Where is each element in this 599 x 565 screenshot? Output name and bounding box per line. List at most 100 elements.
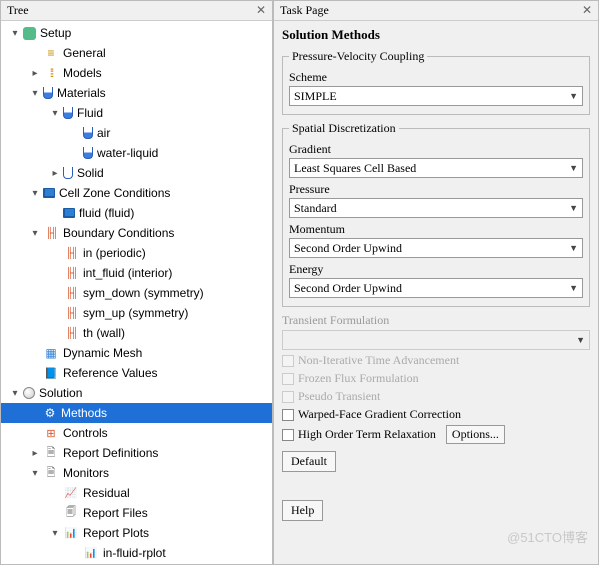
expand-right-icon[interactable]: ▸ xyxy=(29,448,41,459)
ic-resid-icon xyxy=(63,485,79,501)
tree-item-label: Report Definitions xyxy=(63,446,158,460)
tree-item-label: Solution xyxy=(39,386,82,400)
tree-item-materials[interactable]: ▾Materials xyxy=(1,83,272,103)
tree-item-label: Boundary Conditions xyxy=(63,226,174,240)
spatial-disc-group: Spatial Discretization GradientLeast Squ… xyxy=(282,121,590,307)
tree-item-boundary-conditions[interactable]: ▾ Boundary Conditions xyxy=(1,223,272,243)
ic-book-icon xyxy=(43,365,59,381)
close-icon[interactable]: ✕ xyxy=(582,3,592,18)
tree-item-th-wall-[interactable]: th (wall) xyxy=(1,323,272,343)
tree-item-label: sym_up (symmetry) xyxy=(83,306,188,320)
energy-select[interactable]: Second Order Upwind▼ xyxy=(289,278,583,298)
transient-select: ▼ xyxy=(282,330,590,350)
gradient-value: Least Squares Cell Based xyxy=(294,161,416,176)
tree-item-label: Setup xyxy=(40,26,71,40)
tree-item-label: Solid xyxy=(77,166,104,180)
tree-item-sym-up-symmetry-[interactable]: sym_up (symmetry) xyxy=(1,303,272,323)
expand-down-icon[interactable]: ▾ xyxy=(49,528,61,539)
tree-item-int-fluid-interior-[interactable]: int_fluid (interior) xyxy=(1,263,272,283)
tree-item-report-definitions[interactable]: ▸ Report Definitions xyxy=(1,443,272,463)
tree-item-label: Monitors xyxy=(63,466,109,480)
high-order-checkbox[interactable]: High Order Term Relaxation Options... xyxy=(282,425,590,444)
expand-down-icon[interactable]: ▾ xyxy=(9,388,21,399)
tree-item-sym-down-symmetry-[interactable]: sym_down (symmetry) xyxy=(1,283,272,303)
tree-item-label: fluid (fluid) xyxy=(79,206,134,220)
warped-label: Warped-Face Gradient Correction xyxy=(298,407,461,422)
tree-item-residual[interactable]: Residual xyxy=(1,483,272,503)
frozen-flux-checkbox: Frozen Flux Formulation xyxy=(282,371,590,386)
expand-right-icon[interactable]: ▸ xyxy=(29,68,41,79)
expand-down-icon[interactable]: ▾ xyxy=(29,228,41,239)
expand-down-icon[interactable]: ▾ xyxy=(29,468,41,479)
tree-item-in-periodic-[interactable]: in (periodic) xyxy=(1,243,272,263)
tree-item-convergence-conditions[interactable]: Convergence Conditions xyxy=(1,563,272,564)
tree-item-label: in (periodic) xyxy=(83,246,146,260)
help-button[interactable]: Help xyxy=(282,500,323,521)
pressure-label: Pressure xyxy=(289,182,583,197)
pseudo-label: Pseudo Transient xyxy=(298,389,380,404)
expand-down-icon[interactable]: ▾ xyxy=(29,188,41,199)
ic-models-icon xyxy=(43,65,59,81)
expand-down-icon[interactable]: ▾ xyxy=(9,28,21,39)
tree-item-report-files[interactable]: Report Files xyxy=(1,503,272,523)
tree-item-setup[interactable]: ▾ Setup xyxy=(1,23,272,43)
scheme-value: SIMPLE xyxy=(294,89,337,104)
tree-item-label: in-fluid-rplot xyxy=(103,546,166,560)
tree-item-solution[interactable]: ▾ Solution xyxy=(1,383,272,403)
checkbox-icon xyxy=(282,373,294,385)
default-button[interactable]: Default xyxy=(282,451,336,472)
tree-item-label: Reference Values xyxy=(63,366,158,380)
tree-item-reference-values[interactable]: Reference Values xyxy=(1,363,272,383)
warped-face-checkbox[interactable]: Warped-Face Gradient Correction xyxy=(282,407,590,422)
energy-label: Energy xyxy=(289,262,583,277)
tree-item-cell-zone-conditions[interactable]: ▾ Cell Zone Conditions xyxy=(1,183,272,203)
chevron-down-icon: ▼ xyxy=(569,283,578,293)
expand-right-icon[interactable]: ▸ xyxy=(49,168,61,179)
expand-down-icon[interactable]: ▾ xyxy=(29,88,41,99)
ic-bc-icon xyxy=(43,225,59,241)
checkbox-icon xyxy=(282,429,294,441)
tree-panel-title: Tree ✕ xyxy=(1,1,272,21)
tree-item-fluid[interactable]: ▾ Fluid xyxy=(1,103,272,123)
tree-item-fluid-fluid-[interactable]: fluid (fluid) xyxy=(1,203,272,223)
scheme-select[interactable]: SIMPLE ▼ xyxy=(289,86,583,106)
expand-down-icon[interactable]: ▾ xyxy=(49,108,61,119)
tree-item-label: Methods xyxy=(61,406,107,420)
tree-item-models[interactable]: ▸Models xyxy=(1,63,272,83)
tree-item-controls[interactable]: Controls xyxy=(1,423,272,443)
gradient-select[interactable]: Least Squares Cell Based▼ xyxy=(289,158,583,178)
tree-item-air[interactable]: air xyxy=(1,123,272,143)
tree-item-report-plots[interactable]: ▾ Report Plots xyxy=(1,523,272,543)
tree-item-label: int_fluid (interior) xyxy=(83,266,172,280)
tree-item-label: Fluid xyxy=(77,106,103,120)
tree-item-methods[interactable]: Methods xyxy=(1,403,272,423)
close-icon[interactable]: ✕ xyxy=(256,3,266,18)
ic-solution-icon xyxy=(23,387,35,399)
ic-bc-icon xyxy=(63,305,79,321)
ic-bc-icon xyxy=(63,245,79,261)
tree-item-label: water-liquid xyxy=(97,146,158,160)
ic-methods-icon xyxy=(43,406,57,420)
momentum-select[interactable]: Second Order Upwind▼ xyxy=(289,238,583,258)
tree-item-label: Cell Zone Conditions xyxy=(59,186,170,200)
tree-item-water-liquid[interactable]: water-liquid xyxy=(1,143,272,163)
pseudo-transient-checkbox: Pseudo Transient xyxy=(282,389,590,404)
checkbox-icon xyxy=(282,355,294,367)
ic-report-icon xyxy=(43,445,59,461)
tree-item-dynamic-mesh[interactable]: Dynamic Mesh xyxy=(1,343,272,363)
pv-coupling-group: Pressure-Velocity Coupling Scheme SIMPLE… xyxy=(282,49,590,115)
tree-item-label: Dynamic Mesh xyxy=(63,346,142,360)
tree-item-in-fluid-rplot[interactable]: in-fluid-rplot xyxy=(1,543,272,563)
tree-item-label: Report Plots xyxy=(83,526,149,540)
ic-flask-icon xyxy=(63,107,73,119)
checkbox-icon xyxy=(282,391,294,403)
tree-item-label: Residual xyxy=(83,486,130,500)
tree-item-label: sym_down (symmetry) xyxy=(83,286,204,300)
tree-title-text: Tree xyxy=(7,3,29,18)
tree-item-general[interactable]: General xyxy=(1,43,272,63)
highorder-label: High Order Term Relaxation xyxy=(298,427,436,442)
pressure-select[interactable]: Standard▼ xyxy=(289,198,583,218)
tree-item-solid[interactable]: ▸ Solid xyxy=(1,163,272,183)
tree-item-monitors[interactable]: ▾ Monitors xyxy=(1,463,272,483)
options-button[interactable]: Options... xyxy=(446,425,505,444)
